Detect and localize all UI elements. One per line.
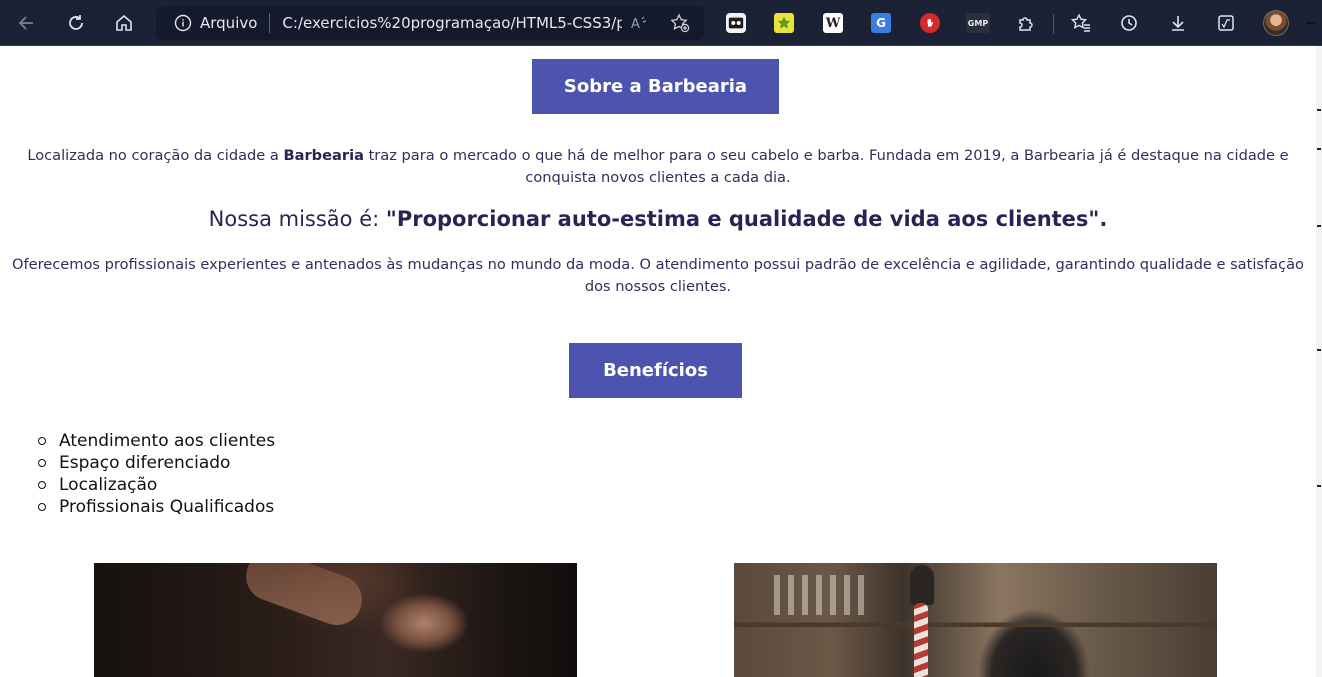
address-url[interactable]: C:/exercicios%20programaçao/HTML5-CSS3/p… (282, 14, 622, 32)
about-intro-bold: Barbearia (283, 147, 364, 164)
barbershop-interior-photo (734, 563, 1217, 677)
scrollbar[interactable] (1316, 46, 1322, 677)
benefits-heading-text: Benefícios (603, 360, 708, 381)
download-icon (1172, 16, 1184, 31)
photo-hand-shape (239, 563, 369, 633)
math-solver-button[interactable] (1211, 8, 1241, 38)
wikipedia-icon[interactable]: W (823, 13, 843, 33)
mission-quote: "Proporcionar auto-estima e qualidade de… (385, 207, 1108, 231)
scrollbar-mark (1317, 225, 1321, 227)
photo-shelf-bottles (774, 575, 864, 615)
browser-toolbar: Arquivo C:/exercicios%20programaçao/HTML… (0, 0, 1322, 46)
toolbar-edge (1306, 22, 1316, 24)
reload-button[interactable] (61, 8, 91, 38)
add-favorite-icon[interactable] (670, 13, 690, 33)
list-item: Profissionais Qualificados (36, 496, 275, 518)
list-item: Localização (36, 474, 275, 496)
about-intro-end: traz para o mercado o que há de melhor p… (363, 147, 1289, 186)
gmp-label: GMP (967, 18, 989, 28)
wayback-icon[interactable] (726, 13, 746, 33)
address-bar[interactable]: Arquivo C:/exercicios%20programaçao/HTML… (156, 6, 704, 40)
professionals-paragraph: Oferecemos profissionais experientes e a… (12, 256, 1304, 295)
list-item: Espaço diferenciado (36, 452, 275, 474)
barber-shaving-photo (94, 563, 577, 677)
read-aloud-icon[interactable]: A (630, 14, 648, 32)
math-solver-icon (1218, 15, 1234, 31)
puzzle-icon (1019, 17, 1033, 31)
star-extension-icon[interactable] (774, 13, 794, 33)
about-heading-text: Sobre a Barbearia (563, 76, 748, 97)
scrollbar-mark (1317, 485, 1321, 487)
google-translate-icon[interactable]: G (871, 13, 891, 33)
back-arrow-icon (18, 16, 33, 30)
scrollbar-mark (1317, 109, 1321, 111)
scrollbar-mark (1317, 349, 1321, 351)
history-button[interactable] (1114, 8, 1144, 38)
wikipedia-label: W (825, 15, 841, 31)
reload-icon (69, 15, 83, 30)
adblock-icon[interactable] (920, 13, 940, 33)
list-item: Atendimento aos clientes (36, 430, 275, 452)
history-icon (1121, 15, 1137, 31)
address-protocol: Arquivo (200, 14, 258, 32)
info-icon[interactable] (174, 14, 192, 32)
mission-statement: Nossa missão é: "Proporcionar auto-estim… (0, 207, 1316, 231)
page-content: Sobre a Barbearia Localizada no coração … (0, 46, 1316, 677)
gmp-extension-icon[interactable]: GMP (966, 13, 990, 33)
favorites-button[interactable] (1066, 8, 1096, 38)
favorites-icon (1071, 13, 1090, 32)
svg-text:A: A (631, 17, 640, 32)
barber-pole (914, 603, 928, 677)
photo-pole-top (910, 565, 934, 605)
translate-label: G (876, 16, 886, 30)
home-button[interactable] (109, 8, 139, 38)
scrollbar-mark (1317, 148, 1321, 150)
downloads-button[interactable] (1163, 8, 1193, 38)
about-heading: Sobre a Barbearia (532, 59, 779, 114)
back-button[interactable] (12, 8, 42, 38)
benefits-heading: Benefícios (569, 343, 742, 398)
about-intro: Localizada no coração da cidade a Barbea… (10, 145, 1306, 189)
address-separator (269, 13, 271, 33)
home-icon (116, 14, 132, 31)
profile-avatar[interactable] (1263, 10, 1289, 36)
mission-prefix: Nossa missão é: (208, 207, 386, 231)
toolbar-divider (1053, 14, 1054, 34)
about-intro-start: Localizada no coração da cidade a (27, 147, 284, 164)
benefits-list: Atendimento aos clientes Espaço diferenc… (36, 430, 275, 518)
extensions-button[interactable] (1011, 8, 1041, 38)
